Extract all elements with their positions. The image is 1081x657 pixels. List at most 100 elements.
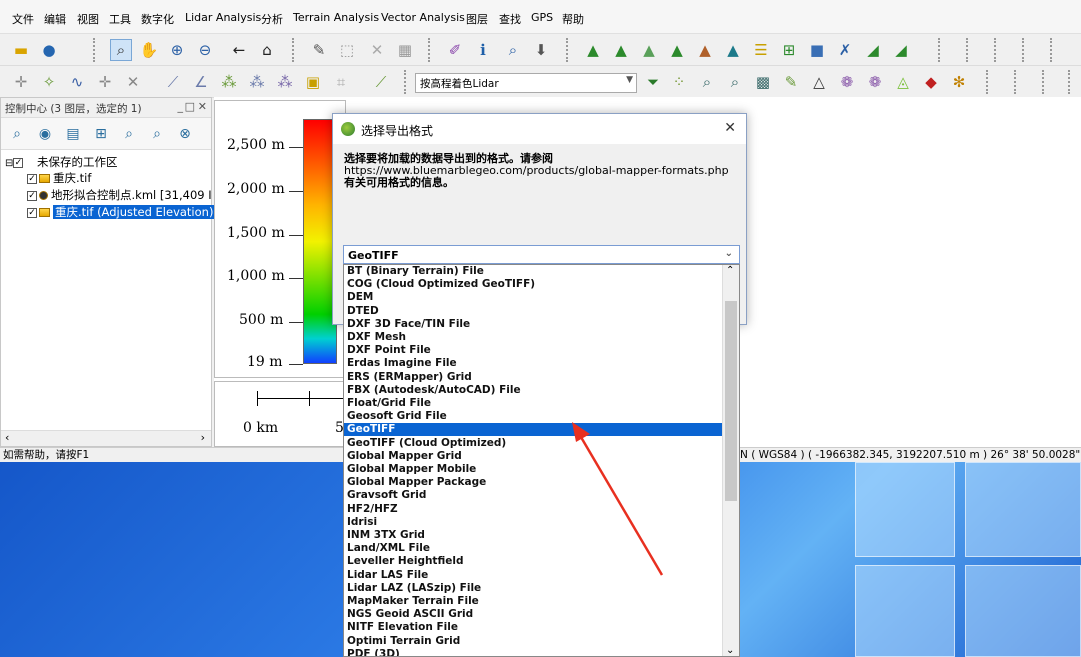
toolbar-grip[interactable] — [93, 38, 99, 62]
checkbox[interactable]: ✓ — [13, 157, 24, 168]
menu-view[interactable]: 视图 — [77, 11, 99, 27]
remove-layer-icon[interactable]: ⊗ — [175, 124, 195, 144]
toolbar-grip[interactable] — [938, 38, 944, 62]
format-option[interactable]: PDF (3D) — [344, 648, 722, 656]
lidar-6-icon[interactable]: ❁ — [836, 71, 858, 93]
zoom-tool-icon[interactable]: ⌕ — [110, 39, 132, 61]
format-option[interactable]: DTED — [344, 305, 722, 318]
download-icon[interactable]: ⬇ — [530, 39, 552, 61]
collapse-icon[interactable]: ⊟ — [5, 158, 13, 169]
shader-select[interactable]: 按高程着色Lidar ▼ — [415, 73, 637, 93]
home-icon[interactable]: ⌂ — [256, 39, 278, 61]
close-icon[interactable]: ✕ — [198, 100, 207, 113]
toolbar-grip[interactable] — [1050, 38, 1056, 62]
tree-layer[interactable]: ✓ 地形拟合控制点.kml [31,409 I — [27, 187, 212, 203]
format-option[interactable]: BT (Binary Terrain) File — [344, 265, 722, 278]
delete-icon[interactable]: ✕ — [366, 39, 388, 61]
toolbar-grip[interactable] — [966, 38, 972, 62]
select-rect-icon[interactable]: ⬚ — [336, 39, 358, 61]
ruler-icon[interactable]: ⟋ — [370, 71, 392, 93]
terrain-6-icon[interactable]: ▲ — [722, 39, 744, 61]
find-layer-icon[interactable]: ⌕ — [147, 124, 167, 144]
zoom-out-icon[interactable]: ⊖ — [194, 39, 216, 61]
layer-checkbox[interactable]: ✓ — [27, 190, 37, 201]
toolbar-grip[interactable] — [986, 70, 992, 94]
tree-layer[interactable]: ✓ 重庆.tif — [27, 170, 91, 186]
menu-lidar-analysis[interactable]: Lidar Analysis — [185, 11, 261, 24]
toolbar-grip[interactable] — [292, 38, 298, 62]
scroll-up-icon[interactable]: ⌃ — [726, 265, 734, 276]
back-arrow-icon[interactable]: ← — [228, 39, 250, 61]
lidar-4-icon[interactable]: ▩ — [752, 71, 774, 93]
format-option[interactable]: DXF Point File — [344, 344, 722, 357]
layer-checkbox[interactable]: ✓ — [27, 207, 37, 218]
filter-icon[interactable]: ⏷ — [642, 71, 664, 93]
pencil-icon[interactable]: ✎ — [308, 39, 330, 61]
crosshair-icon[interactable]: ✛ — [10, 71, 32, 93]
terrain-4-icon[interactable]: ▲ — [666, 39, 688, 61]
toolbar-grip[interactable] — [428, 38, 434, 62]
scroll-down-icon[interactable]: ⌄ — [726, 645, 734, 656]
measure-icon[interactable]: ✐ — [444, 39, 466, 61]
label-icon[interactable]: ▣ — [302, 71, 324, 93]
toolbar-grip[interactable] — [1022, 38, 1028, 62]
menu-gps[interactable]: GPS — [531, 11, 553, 24]
triangle-icon[interactable]: △ — [808, 71, 830, 93]
pan-hand-icon[interactable]: ✋ — [138, 39, 160, 61]
tool-x-icon[interactable]: ✗ — [834, 39, 856, 61]
split-icon[interactable]: ✕ — [122, 71, 144, 93]
lidar-1-icon[interactable]: ⁘ — [668, 71, 690, 93]
lidar-8-icon[interactable]: ◬ — [892, 71, 914, 93]
toolbar-grip[interactable] — [1042, 70, 1048, 94]
zoom-in-icon[interactable]: ⊕ — [166, 39, 188, 61]
contour-icon[interactable]: ☰ — [750, 39, 772, 61]
vertex-icon[interactable]: ✧ — [38, 71, 60, 93]
format-option[interactable]: DEM — [344, 291, 722, 304]
globe-icon[interactable]: ● — [38, 39, 60, 61]
minimize-icon[interactable]: _ — [178, 100, 184, 113]
move-icon[interactable]: ✛ — [94, 71, 116, 93]
lidar-7-icon[interactable]: ❁ — [864, 71, 886, 93]
node-icon[interactable]: ⁂ — [218, 71, 240, 93]
line-icon[interactable]: ⟋ — [162, 71, 184, 93]
menu-digitize[interactable]: 数字化 — [141, 11, 174, 27]
menu-terrain-analysis[interactable]: Terrain Analysis — [293, 11, 379, 24]
scroll-left-icon[interactable]: ‹ — [5, 431, 9, 444]
menu-edit[interactable]: 编辑 — [44, 11, 66, 27]
format-option[interactable]: MapMaker Terrain File — [344, 595, 722, 608]
curve-icon[interactable]: ∿ — [66, 71, 88, 93]
profile-icon[interactable]: ◢ — [862, 39, 884, 61]
map-icon[interactable]: ■ — [806, 39, 828, 61]
vertical-scrollbar[interactable]: ⌃ ⌄ — [722, 265, 739, 656]
metadata-icon[interactable]: ▤ — [63, 124, 83, 144]
options-icon[interactable]: ◉ — [35, 124, 55, 144]
format-option[interactable]: NGS Geoid ASCII Grid — [344, 608, 722, 621]
search-feature-icon[interactable]: ⌕ — [502, 39, 524, 61]
lidar-5-icon[interactable]: ✎ — [780, 71, 802, 93]
scroll-right-icon[interactable]: › — [201, 431, 205, 444]
terrain-2-icon[interactable]: ▲ — [610, 39, 632, 61]
info-icon[interactable]: ℹ — [472, 39, 494, 61]
terrain-3-icon[interactable]: ▲ — [638, 39, 660, 61]
close-icon[interactable]: ✕ — [724, 120, 736, 136]
format-option[interactable]: COG (Cloud Optimized GeoTIFF) — [344, 278, 722, 291]
menu-layer[interactable]: 图层 — [466, 11, 488, 27]
format-option[interactable]: FBX (Autodesk/AutoCAD) File — [344, 384, 722, 397]
search-layer-icon[interactable]: ⌕ — [119, 124, 139, 144]
format-option[interactable]: DXF 3D Face/TIN File — [344, 318, 722, 331]
menu-search[interactable]: 查找 — [499, 11, 521, 27]
toolbar-grip[interactable] — [566, 38, 572, 62]
menu-analysis[interactable]: 分析 — [261, 11, 283, 27]
toolbar-grip[interactable] — [994, 38, 1000, 62]
angle-icon[interactable]: ∠ — [190, 71, 212, 93]
lidar-9-icon[interactable]: ✻ — [948, 71, 970, 93]
snap-icon[interactable]: ⌗ — [330, 71, 352, 93]
format-option[interactable]: Erdas Imagine File — [344, 357, 722, 370]
grid-icon[interactable]: ⊞ — [778, 39, 800, 61]
tree-workspace[interactable]: ⊟✓ 未保存的工作区 — [5, 154, 118, 170]
menu-file[interactable]: 文件 — [12, 11, 34, 27]
terrain-5-icon[interactable]: ▲ — [694, 39, 716, 61]
lidar-2-icon[interactable]: ⌕ — [696, 71, 718, 93]
edit-terrain-icon[interactable]: ◢ — [890, 39, 912, 61]
lidar-3-icon[interactable]: ⌕ — [724, 71, 746, 93]
